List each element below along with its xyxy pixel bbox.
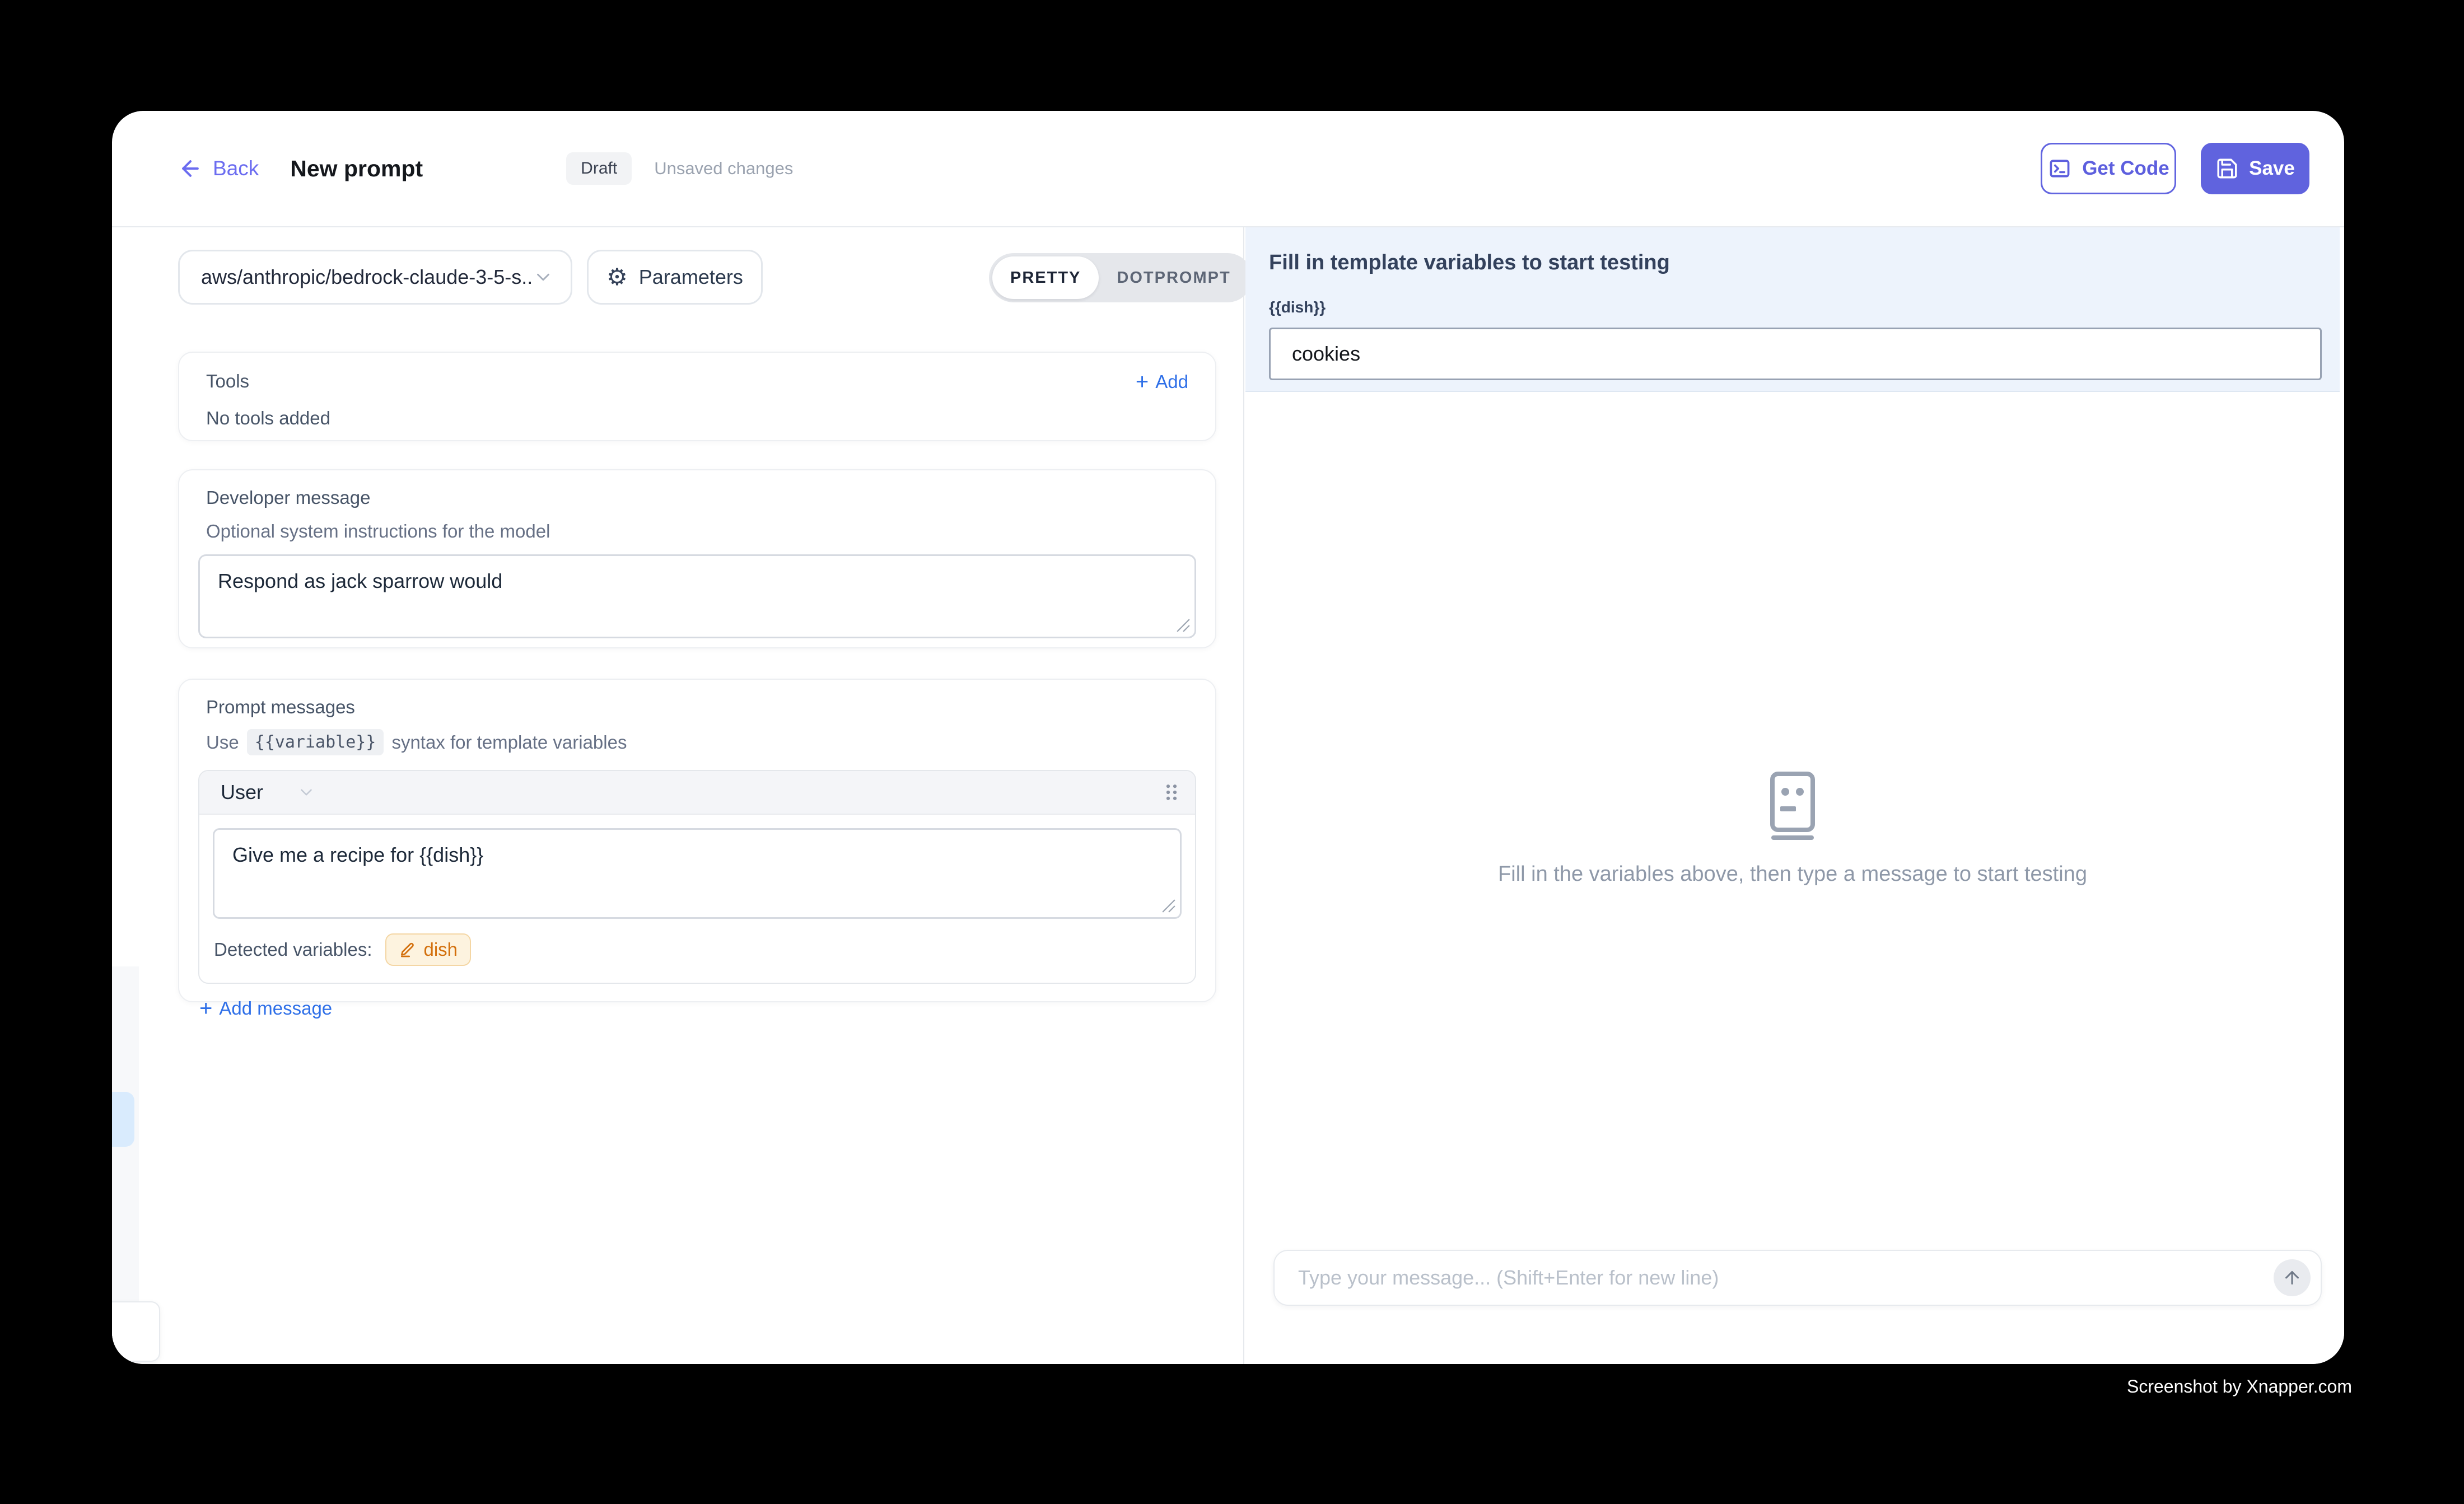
- variable-code-chip: {{variable}}: [247, 729, 384, 755]
- send-message-button[interactable]: [2274, 1259, 2311, 1296]
- get-code-button[interactable]: Get Code: [2041, 143, 2176, 194]
- variable-badge-label: dish: [423, 939, 458, 960]
- tools-empty-text: No tools added: [206, 408, 1188, 429]
- tester-panel: Fill in template variables to start test…: [1245, 227, 2344, 1364]
- model-selector-value: aws/anthropic/bedrock-claude-3-5-s...: [201, 265, 533, 289]
- drag-handle-icon[interactable]: [1165, 783, 1178, 802]
- developer-message-title: Developer message: [206, 487, 1196, 508]
- hint-prefix: Use: [206, 732, 239, 753]
- back-button[interactable]: Back: [178, 156, 259, 181]
- parameters-label: Parameters: [639, 265, 743, 289]
- save-button[interactable]: Save: [2201, 143, 2309, 194]
- detected-variables-row: Detected variables: dish: [199, 919, 1195, 983]
- prompt-messages-section: Prompt messages Use {{variable}} syntax …: [178, 679, 1216, 1002]
- arrow-up-icon: [2282, 1268, 2302, 1288]
- template-variables-section: Fill in template variables to start test…: [1245, 227, 2340, 392]
- message-block: User Give me a recipe for {{dish}}: [198, 770, 1196, 984]
- terminal-icon: [2047, 156, 2072, 181]
- add-message-label: Add message: [219, 998, 332, 1019]
- app-window: Back New prompt Draft Unsaved changes Ge…: [112, 111, 2344, 1364]
- parameters-button[interactable]: ⚙ Parameters: [587, 250, 763, 305]
- robot-face-icon: [1766, 772, 1819, 840]
- developer-message-textarea[interactable]: Respond as jack sparrow would: [198, 554, 1196, 638]
- message-role-select[interactable]: User: [221, 781, 316, 804]
- chevron-down-icon: [297, 783, 316, 802]
- plus-icon: +: [1136, 371, 1149, 393]
- tester-title: Fill in template variables to start test…: [1269, 251, 2340, 275]
- watermark-text: Screenshot by Xnapper.com: [2127, 1376, 2352, 1397]
- page-title: New prompt: [290, 156, 423, 182]
- variable-value-input[interactable]: [1269, 328, 2322, 380]
- add-message-button[interactable]: + Add message: [199, 997, 332, 1020]
- chat-empty-text: Fill in the variables above, then type a…: [1498, 862, 2087, 886]
- developer-message-section: Developer message Optional system instru…: [178, 469, 1216, 648]
- header-bar: Back New prompt Draft Unsaved changes Ge…: [112, 111, 2344, 227]
- edit-pencil-icon: [399, 941, 417, 959]
- model-selector[interactable]: aws/anthropic/bedrock-claude-3-5-s...: [178, 250, 572, 305]
- arrow-left-icon: [178, 156, 203, 181]
- editor-panel: aws/anthropic/bedrock-claude-3-5-s... ⚙ …: [112, 227, 1244, 1364]
- toggle-option-pretty[interactable]: PRETTY: [992, 256, 1099, 299]
- add-tool-button[interactable]: + Add: [1136, 371, 1188, 393]
- developer-message-subtitle: Optional system instructions for the mod…: [206, 521, 1196, 542]
- message-header: User: [199, 771, 1195, 815]
- tools-title: Tools: [206, 371, 249, 392]
- unsaved-changes-text: Unsaved changes: [654, 158, 793, 179]
- hint-suffix: syntax for template variables: [391, 732, 627, 753]
- gear-icon: ⚙: [606, 265, 628, 289]
- view-mode-toggle: PRETTY DOTPROMPT: [989, 253, 1252, 302]
- message-content-textarea[interactable]: Give me a recipe for {{dish}}: [213, 828, 1182, 919]
- cropped-sidebar-active-item: [112, 1092, 134, 1147]
- add-tool-label: Add: [1155, 371, 1188, 393]
- back-label: Back: [213, 157, 259, 180]
- variable-name-label: {{dish}}: [1269, 298, 2340, 316]
- variable-badge-dish[interactable]: dish: [385, 933, 471, 966]
- plus-icon: +: [199, 997, 212, 1020]
- variable-syntax-hint: Use {{variable}} syntax for template var…: [206, 729, 1196, 755]
- chat-input-placeholder: Type your message... (Shift+Enter for ne…: [1298, 1266, 2274, 1290]
- chevron-down-icon: [533, 267, 554, 288]
- prompt-messages-title: Prompt messages: [206, 697, 1196, 718]
- detected-variables-label: Detected variables:: [214, 939, 372, 960]
- toggle-option-dotprompt[interactable]: DOTPROMPT: [1099, 256, 1248, 299]
- message-role-value: User: [221, 781, 263, 804]
- tools-section: Tools + Add No tools added: [178, 352, 1216, 441]
- status-badge: Draft: [566, 152, 632, 185]
- save-label: Save: [2249, 157, 2295, 180]
- chat-input[interactable]: Type your message... (Shift+Enter for ne…: [1273, 1250, 2322, 1306]
- save-floppy-icon: [2215, 157, 2239, 180]
- cropped-popover: [112, 1301, 160, 1362]
- get-code-label: Get Code: [2082, 157, 2169, 180]
- screenshot-stage: Back New prompt Draft Unsaved changes Ge…: [0, 0, 2464, 1504]
- chat-empty-state: Fill in the variables above, then type a…: [1245, 772, 2340, 886]
